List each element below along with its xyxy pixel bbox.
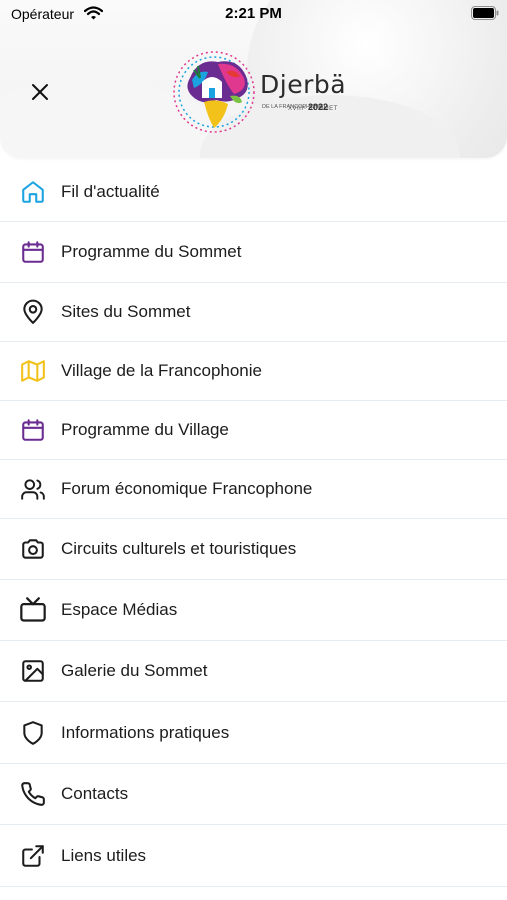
menu-item-label: Liens utiles xyxy=(61,845,147,865)
menu-item-label: Circuits culturels et touristiques xyxy=(61,539,297,558)
menu-item-programme-village[interactable]: Programme du Village xyxy=(0,401,507,460)
home-icon xyxy=(18,177,48,207)
menu-item-circuits-culturels[interactable]: Circuits culturels et touristiques xyxy=(0,519,507,580)
close-button[interactable] xyxy=(24,76,56,108)
calendar-icon xyxy=(18,415,48,445)
close-icon xyxy=(32,84,48,100)
camera-icon xyxy=(18,534,48,564)
tv-icon xyxy=(18,595,48,625)
status-time: 2:21 PM xyxy=(225,5,282,22)
menu-item-programme-sommet[interactable]: Programme du Sommet xyxy=(0,222,507,283)
map-icon xyxy=(18,356,48,386)
navigation-menu: Fil d'actualité Programme du Sommet Site… xyxy=(0,163,507,887)
menu-item-informations-pratiques[interactable]: Informations pratiques xyxy=(0,702,507,764)
menu-item-sites-sommet[interactable]: Sites du Sommet xyxy=(0,283,507,342)
menu-item-label: Fil d'actualité xyxy=(61,182,160,201)
calendar-icon xyxy=(18,237,48,267)
users-icon xyxy=(18,474,48,504)
menu-item-label: Espace Médias xyxy=(61,600,178,619)
shield-icon xyxy=(18,718,48,748)
menu-item-espace-medias[interactable]: Espace Médias xyxy=(0,580,507,641)
logo-year: 2022 xyxy=(308,102,329,112)
map-pin-icon xyxy=(18,297,48,327)
phone-icon xyxy=(18,779,48,809)
menu-item-label: Contacts xyxy=(61,784,129,803)
menu-item-forum-economique[interactable]: Forum économique Francophone xyxy=(0,460,507,519)
status-bar: Opérateur 2:21 PM xyxy=(0,0,507,30)
menu-item-fil-actualite[interactable]: Fil d'actualité xyxy=(0,163,507,222)
menu-item-label: Programme du Sommet xyxy=(61,242,242,261)
image-icon xyxy=(18,656,48,686)
menu-item-village-francophonie[interactable]: Village de la Francophonie xyxy=(0,342,507,401)
menu-item-label: Informations pratiques xyxy=(61,722,230,742)
battery-icon xyxy=(471,6,499,20)
external-link-icon xyxy=(18,841,48,871)
menu-item-label: Forum économique Francophone xyxy=(61,479,313,498)
menu-item-label: Programme du Village xyxy=(61,420,229,439)
menu-item-contacts[interactable]: Contacts xyxy=(0,764,507,825)
logo-wordmark: Djerbä xyxy=(260,70,347,99)
menu-item-label: Sites du Sommet xyxy=(61,302,191,321)
summit-logo: Djerbä XVIIIᵉ SOMMET DE LA FRANCOPHONIE … xyxy=(168,48,348,138)
menu-item-galerie-sommet[interactable]: Galerie du Sommet xyxy=(0,641,507,702)
menu-item-label: Village de la Francophonie xyxy=(61,361,262,380)
menu-item-label: Galerie du Sommet xyxy=(61,661,208,680)
summit-logo-emblem xyxy=(173,51,255,133)
menu-item-liens-utiles[interactable]: Liens utiles xyxy=(0,825,507,887)
